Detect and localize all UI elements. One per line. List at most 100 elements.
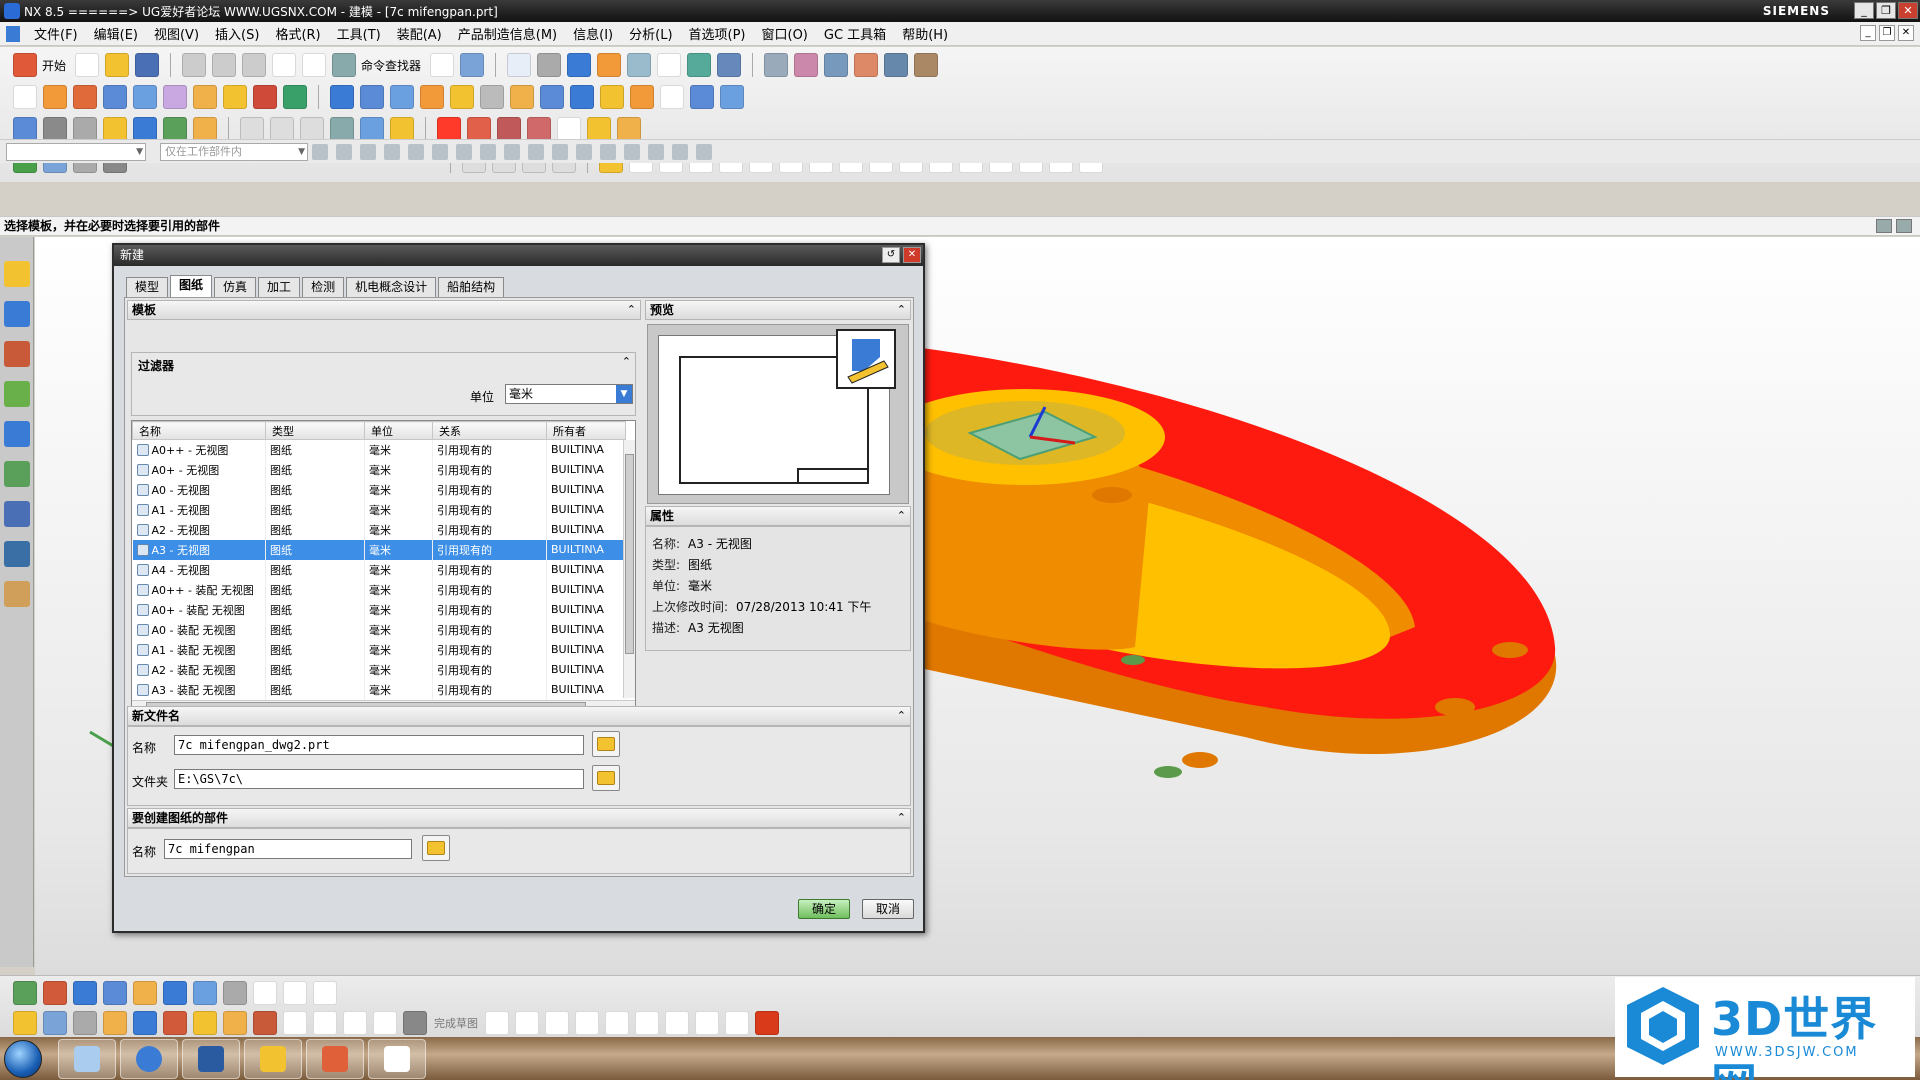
status-icon-a[interactable] [1876, 219, 1892, 233]
part-name-field[interactable]: 7c mifengpan [164, 839, 412, 859]
pull-face-icon[interactable] [43, 117, 67, 141]
paste-icon[interactable] [242, 53, 267, 77]
shell-icon[interactable] [480, 85, 504, 109]
offset-curve-icon[interactable] [527, 117, 551, 141]
layer-settings-icon[interactable] [193, 981, 217, 1005]
new-filename-group-header[interactable]: 新文件名 ⌃ [127, 706, 911, 726]
mdi-close-button[interactable]: ✕ [1898, 25, 1914, 41]
column-header-type[interactable]: 类型 [265, 421, 365, 440]
arc-icon[interactable] [270, 117, 294, 141]
menu-help[interactable]: 帮助(H) [894, 24, 956, 43]
revolve-icon[interactable] [73, 85, 97, 109]
new-file-icon[interactable] [75, 53, 100, 77]
background-icon[interactable] [627, 53, 652, 77]
column-header-name[interactable]: 名称 [132, 421, 266, 440]
text-icon[interactable] [253, 981, 277, 1005]
menu-file[interactable]: 文件(F) [26, 24, 86, 43]
table-row[interactable]: A2 - 无视图 图纸 毫米 引用现有的 BUILTIN\A [132, 519, 626, 540]
view-cursor-icon[interactable] [460, 53, 485, 77]
menu-view[interactable]: 视图(V) [146, 24, 207, 43]
draft-icon[interactable] [510, 85, 534, 109]
browse-part-button[interactable] [422, 835, 450, 861]
task-document[interactable] [368, 1039, 426, 1079]
project-curve-icon[interactable] [467, 117, 491, 141]
constraint-navigator-icon[interactable] [4, 301, 30, 327]
table-row[interactable]: A1 - 装配 无视图 图纸 毫米 引用现有的 BUILTIN\A [132, 639, 626, 660]
column-header-unit[interactable]: 单位 [364, 421, 433, 440]
part-collapse-icon[interactable]: ⌃ [897, 809, 906, 827]
table-row[interactable]: A0++ - 装配 无视图 图纸 毫米 引用现有的 BUILTIN\A [132, 579, 626, 600]
measure-icon[interactable] [824, 53, 849, 77]
finish-sketch-icon[interactable] [403, 1011, 427, 1035]
rectangle-select-icon[interactable] [360, 143, 376, 160]
table-row[interactable]: A1 - 无视图 图纸 毫米 引用现有的 BUILTIN\A [132, 499, 626, 520]
clock-icon[interactable] [4, 501, 30, 527]
browse-filename-button[interactable] [592, 731, 620, 757]
fit-view-icon[interactable] [507, 53, 532, 77]
history-icon[interactable] [4, 461, 30, 487]
browse-folder-button[interactable] [592, 765, 620, 791]
roles-icon[interactable] [4, 581, 30, 607]
box-select-icon[interactable] [408, 143, 424, 160]
mdi-minimize-button[interactable]: _ [1860, 25, 1876, 41]
bottom-line-icon[interactable] [515, 1011, 539, 1035]
tab-drawing[interactable]: 图纸 [170, 275, 213, 297]
dimension-sketch-icon[interactable] [163, 1011, 187, 1035]
drafting-icon[interactable] [13, 981, 37, 1005]
copy-icon[interactable] [212, 53, 237, 77]
system-materials-icon[interactable] [4, 541, 30, 567]
chamfer-icon[interactable] [450, 85, 474, 109]
task-player[interactable] [182, 1039, 240, 1079]
sketch-icon[interactable] [13, 85, 37, 109]
ok-button[interactable]: 确定 [798, 899, 850, 919]
bottom-circle-icon[interactable] [575, 1011, 599, 1035]
constraint-icon[interactable] [103, 1011, 127, 1035]
table-row[interactable]: A3 - 装配 无视图 图纸 毫米 引用现有的 BUILTIN\A [132, 679, 626, 700]
minimize-button[interactable]: _ [1854, 2, 1874, 19]
edge-select-icon[interactable] [480, 143, 496, 160]
table-row[interactable]: A0++ - 无视图 图纸 毫米 引用现有的 BUILTIN\A [132, 439, 626, 460]
offset-region-icon[interactable] [73, 117, 97, 141]
properties-group-header[interactable]: 属性 ⌃ [645, 506, 911, 526]
filter-collapse-icon[interactable]: ⌃ [622, 355, 631, 368]
column-header-owner[interactable]: 所有者 [546, 421, 626, 440]
render-style-icon[interactable] [537, 53, 562, 77]
face-select-icon[interactable] [456, 143, 472, 160]
analysis-icon[interactable] [854, 53, 879, 77]
tab-model[interactable]: 模型 [126, 277, 169, 297]
trim-icon[interactable] [283, 1011, 307, 1035]
properties-collapse-icon[interactable]: ⌃ [897, 507, 906, 525]
chevron-down-icon[interactable]: ▼ [616, 385, 632, 403]
shaded-icon[interactable] [567, 53, 592, 77]
menu-edit[interactable]: 编辑(E) [86, 24, 146, 43]
cylinder-icon[interactable] [133, 85, 157, 109]
datum-axis-icon[interactable] [390, 117, 414, 141]
dialog-close-button[interactable]: ✕ [903, 247, 921, 263]
select-all-icon[interactable] [312, 143, 328, 160]
start-menu-label[interactable]: 开始 [42, 57, 66, 74]
preview-group-header[interactable]: 预览 ⌃ [645, 300, 911, 320]
curve-select-icon[interactable] [504, 143, 520, 160]
move-layer-icon[interactable] [223, 981, 247, 1005]
text-style-icon[interactable] [313, 981, 337, 1005]
delete-face-icon[interactable] [133, 117, 157, 141]
assembly-navigator-icon[interactable] [4, 261, 30, 287]
direct-sketch-icon[interactable] [13, 1011, 37, 1035]
status-icon-b[interactable] [1896, 219, 1912, 233]
curve-icon[interactable] [437, 117, 461, 141]
mirror-icon[interactable] [570, 85, 594, 109]
filename-field[interactable]: 7c mifengpan_dwg2.prt [174, 735, 584, 755]
existing-point-icon[interactable] [672, 143, 688, 160]
edge-blend-icon[interactable] [420, 85, 444, 109]
pad-icon[interactable] [283, 85, 307, 109]
sphere-icon[interactable] [163, 85, 187, 109]
selection-icon[interactable] [717, 53, 742, 77]
table-row[interactable]: A2 - 装配 无视图 图纸 毫米 引用现有的 BUILTIN\A [132, 659, 626, 680]
redo-icon[interactable] [302, 53, 327, 77]
boss-icon[interactable] [223, 85, 247, 109]
mirror-sketch-icon[interactable] [253, 1011, 277, 1035]
lasso-select-icon[interactable] [384, 143, 400, 160]
point-select-icon[interactable] [528, 143, 544, 160]
expression-icon[interactable] [330, 117, 354, 141]
part-navigator-icon[interactable] [4, 341, 30, 367]
